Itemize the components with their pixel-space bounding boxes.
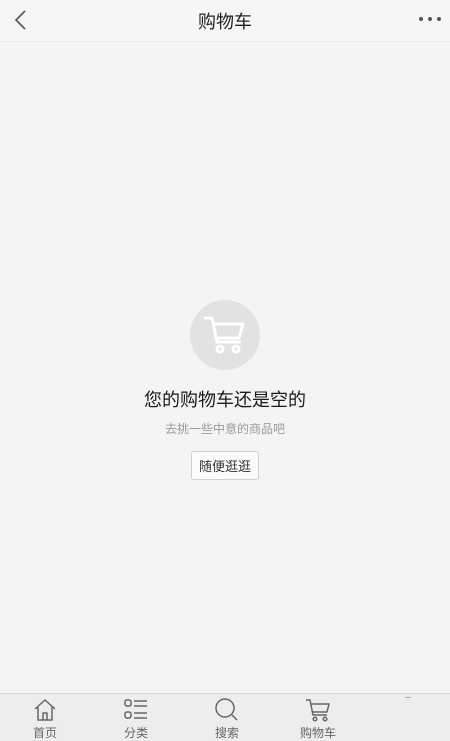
search-icon [215,698,238,721]
cart-icon [203,316,245,354]
tab-bar-indicator [405,697,411,698]
top-bar: 购物车 [0,0,450,42]
page-title: 购物车 [198,12,252,33]
category-list-icon [124,699,147,719]
more-button[interactable] [416,8,444,32]
tab-cart-label: 购物车 [299,726,336,740]
chevron-left-icon [14,10,26,30]
tab-cart[interactable]: 购物车 [288,697,348,741]
empty-cart-subtitle: 去挑一些中意的商品吧 [164,422,285,436]
tab-search[interactable]: 搜索 [197,697,257,741]
tab-category[interactable]: 分类 [106,697,166,741]
browse-button[interactable]: 随便逛逛 [190,451,259,480]
tab-home[interactable]: 首页 [15,697,75,741]
back-button[interactable] [8,6,36,34]
home-icon [34,699,56,721]
cart-icon [306,699,330,722]
more-dots-icon [419,17,441,21]
tab-search-label: 搜索 [214,726,239,740]
bottom-tab-bar: 首页 分类 搜索 购物车 [0,693,450,741]
empty-cart-illustration [190,300,260,370]
empty-cart-state: 您的购物车还是空的 去挑一些中意的商品吧 随便逛逛 [0,300,450,480]
tab-home-label: 首页 [32,726,57,740]
tab-category-label: 分类 [123,726,148,740]
empty-cart-title: 您的购物车还是空的 [144,390,306,411]
